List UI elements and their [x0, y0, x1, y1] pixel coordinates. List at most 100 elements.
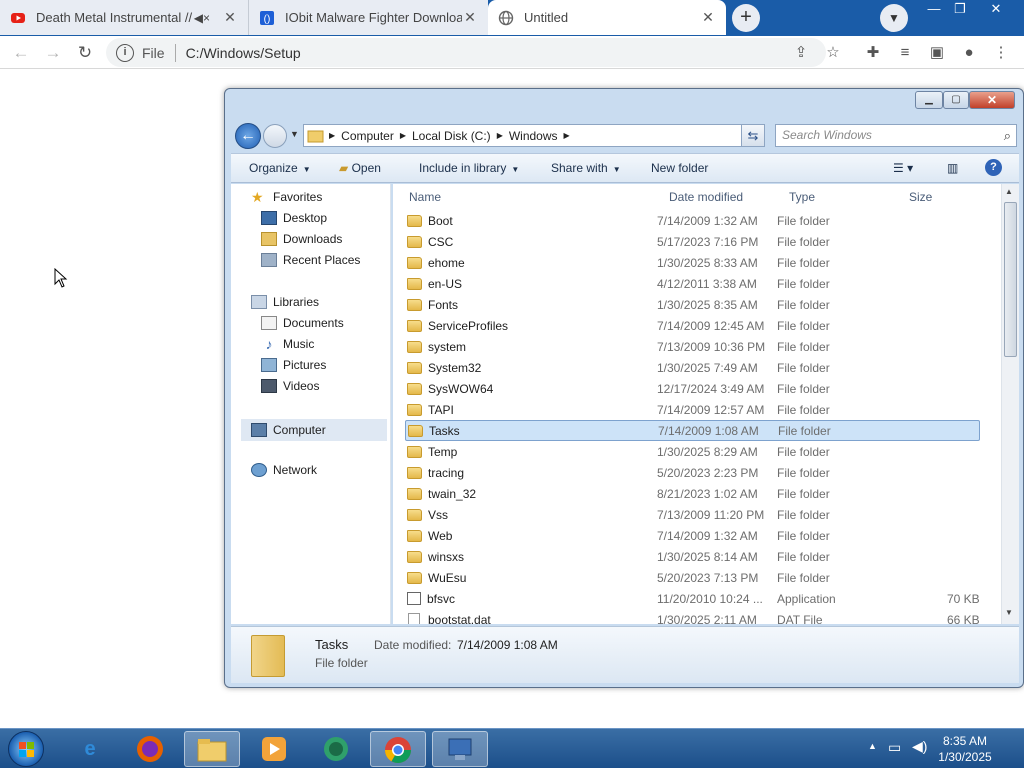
scroll-down-icon[interactable]: ▼ [1005, 608, 1013, 617]
explorer-search-input[interactable]: Search Windows ⌕ [775, 124, 1017, 147]
volume-icon[interactable]: ◀) [912, 738, 927, 768]
view-options-icon[interactable]: ☰ ▾ [893, 161, 913, 175]
file-row[interactable]: twain_32 8/21/2023 1:02 AM File folder [405, 483, 980, 504]
info-icon[interactable]: i [116, 43, 134, 62]
new-folder-button[interactable]: New folder [651, 161, 708, 175]
tab-untitled[interactable]: Untitled ✕ [488, 0, 726, 35]
close-icon[interactable]: ✕ [700, 9, 716, 26]
back-arrow-icon[interactable]: ← [8, 40, 34, 66]
file-row[interactable]: en-US 4/12/2011 3:38 AM File folder [405, 273, 980, 294]
setup-app-icon[interactable] [432, 731, 488, 767]
nav-downloads[interactable]: Downloads [261, 232, 342, 246]
close-window-button[interactable]: ✕ [980, 0, 1012, 20]
close-window-button[interactable]: ✕ [969, 91, 1015, 109]
file-row[interactable]: Tasks 7/14/2009 1:08 AM File folder [405, 420, 980, 441]
firefox-icon[interactable] [122, 731, 178, 767]
file-row[interactable]: System32 1/30/2025 7:49 AM File folder [405, 357, 980, 378]
column-header-date[interactable]: Date modified [669, 190, 743, 204]
chevron-down-icon[interactable]: ▼ [880, 4, 908, 32]
scrollbar-thumb[interactable] [1004, 202, 1017, 357]
media-queue-icon[interactable]: ≡ [894, 42, 916, 64]
side-panel-icon[interactable]: ▣ [926, 42, 948, 64]
breadcrumb-computer[interactable]: Computer [341, 129, 394, 143]
reload-icon[interactable]: ↻ [72, 40, 98, 66]
vertical-scrollbar[interactable]: ▲ ▼ [1001, 184, 1019, 624]
column-header-name[interactable]: Name [409, 190, 441, 204]
file-date: 1/30/2025 7:49 AM [657, 360, 758, 375]
back-arrow-icon[interactable]: ← [235, 123, 261, 149]
explorer-address-box[interactable]: ▶ Computer ▶ Local Disk (C:) ▶ Windows ▶… [303, 124, 765, 147]
close-icon[interactable]: ✕ [462, 9, 478, 26]
file-row[interactable]: WuEsu 5/20/2023 7:13 PM File folder [405, 567, 980, 588]
minimize-button[interactable]: ▁ [915, 91, 943, 109]
file-row[interactable]: TAPI 7/14/2009 12:57 AM File folder [405, 399, 980, 420]
chevron-down-icon: ▼ [302, 165, 311, 174]
maximize-button[interactable]: ▢ [943, 91, 969, 109]
file-row[interactable]: Boot 7/14/2009 1:32 AM File folder [405, 210, 980, 231]
include-in-library-button[interactable]: Include in library ▼ [419, 161, 519, 175]
file-row[interactable]: ehome 1/30/2025 8:33 AM File folder [405, 252, 980, 273]
forward-arrow-icon[interactable] [263, 124, 287, 148]
kebab-menu-icon[interactable]: ⋮ [990, 42, 1012, 64]
nav-favorites[interactable]: ★ Favorites [251, 190, 322, 204]
breadcrumb-windows[interactable]: Windows [509, 129, 558, 143]
internet-explorer-icon[interactable]: e [62, 731, 118, 767]
new-tab-button[interactable]: + [732, 4, 760, 32]
file-row[interactable]: winsxs 1/30/2025 8:14 AM File folder [405, 546, 980, 567]
extensions-puzzle-icon[interactable]: ✚ [862, 42, 884, 64]
help-icon[interactable]: ? [985, 159, 1002, 176]
open-button[interactable]: ▰ Open [339, 161, 381, 175]
chrome-icon[interactable] [370, 731, 426, 767]
close-icon[interactable]: ✕ [222, 9, 238, 26]
organize-button[interactable]: Organize ▼ [249, 161, 311, 175]
file-row[interactable]: SysWOW64 12/17/2024 3:49 AM File folder [405, 378, 980, 399]
file-row[interactable]: Temp 1/30/2025 8:29 AM File folder [405, 441, 980, 462]
column-header-type[interactable]: Type [789, 190, 815, 204]
forward-arrow-icon[interactable]: → [40, 40, 66, 66]
nav-label: Computer [273, 423, 326, 437]
breadcrumb-local-disk[interactable]: Local Disk (C:) [412, 129, 491, 143]
tab-death-metal[interactable]: Death Metal Instrumental // ◀× ✕ [0, 0, 248, 35]
file-row[interactable]: ServiceProfiles 7/14/2009 12:45 AM File fo… [405, 315, 980, 336]
profile-avatar-icon[interactable]: ● [958, 42, 980, 64]
nav-libraries[interactable]: Libraries [251, 295, 319, 309]
tray-overflow-icon[interactable]: ▲ [868, 741, 877, 768]
nav-recent-places[interactable]: Recent Places [261, 253, 360, 267]
file-row[interactable]: CSC 5/17/2023 7:16 PM File folder [405, 231, 980, 252]
file-name: SysWOW64 [428, 381, 494, 396]
file-row[interactable]: bfsvc 11/20/2010 10:24 ... Application 70 K… [405, 588, 980, 609]
nav-documents[interactable]: Documents [261, 316, 344, 330]
file-explorer-icon[interactable] [184, 731, 240, 767]
address-bar[interactable]: i File C:/Windows/Setup [106, 38, 826, 67]
preview-pane-icon[interactable]: ▥ [947, 161, 958, 175]
bookmark-star-icon[interactable]: ☆ [822, 42, 844, 64]
file-row[interactable]: Fonts 1/30/2025 8:35 AM File folder [405, 294, 980, 315]
file-row[interactable]: system 7/13/2009 10:36 PM File folder [405, 336, 980, 357]
explorer-titlebar[interactable]: ▁ ▢ ✕ [225, 89, 1023, 115]
scroll-up-icon[interactable]: ▲ [1005, 187, 1013, 196]
nav-computer[interactable]: Computer [241, 419, 387, 441]
restore-button[interactable]: ❐ [944, 0, 976, 20]
file-row[interactable]: tracing 5/20/2023 2:23 PM File folder [405, 462, 980, 483]
search-icon[interactable]: ⌕ [1004, 125, 1011, 146]
nav-videos[interactable]: Videos [261, 379, 319, 393]
taskbar-clock[interactable]: 8:35 AM 1/30/2025 [930, 733, 1000, 765]
network-tray-icon[interactable]: ▭ [888, 739, 901, 768]
chevron-down-icon[interactable]: ▼ [290, 129, 299, 139]
column-header-size[interactable]: Size [909, 190, 932, 204]
nav-music[interactable]: ♪ Music [261, 337, 315, 351]
chat-app-icon[interactable] [308, 731, 364, 767]
media-player-icon[interactable] [246, 731, 302, 767]
refresh-icon[interactable]: ⇆ [741, 124, 765, 147]
nav-pictures[interactable]: Pictures [261, 358, 326, 372]
nav-desktop[interactable]: Desktop [261, 211, 327, 225]
file-row[interactable]: Web 7/14/2009 1:32 AM File folder [405, 525, 980, 546]
nav-network[interactable]: Network [251, 463, 317, 477]
share-icon[interactable]: ⇪ [790, 42, 812, 64]
start-button[interactable] [8, 731, 44, 767]
tab-iobit[interactable]: () IObit Malware Fighter Downloads ✕ [248, 0, 488, 35]
share-with-button[interactable]: Share with ▼ [551, 161, 621, 175]
file-row[interactable]: Vss 7/13/2009 11:20 PM File folder [405, 504, 980, 525]
file-row[interactable]: bootstat.dat 1/30/2025 2:11 AM DAT File 66 … [405, 609, 980, 624]
speaker-muted-icon[interactable]: ◀× [194, 11, 210, 25]
